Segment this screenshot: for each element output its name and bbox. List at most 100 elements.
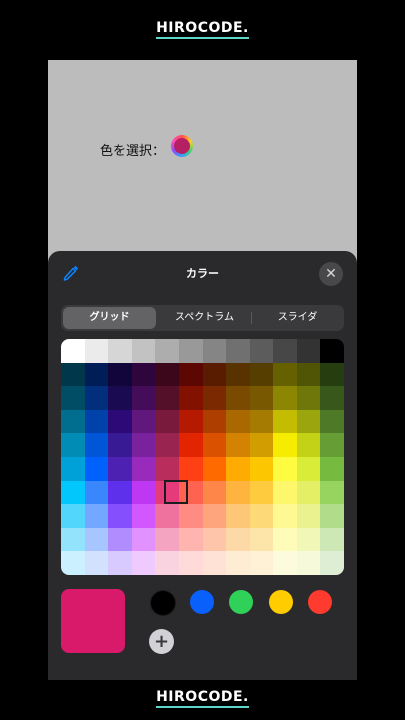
color-grid-cell[interactable]	[84, 457, 109, 481]
color-grid-cell[interactable]	[178, 339, 203, 363]
color-grid-cell[interactable]	[131, 409, 156, 434]
favorite-color-yellow[interactable]	[269, 590, 293, 614]
color-grid-cell[interactable]	[178, 504, 203, 528]
close-button[interactable]: ✕	[319, 262, 343, 286]
color-grid-cell[interactable]	[84, 480, 109, 505]
color-grid-cell[interactable]	[226, 339, 250, 363]
color-grid-cell[interactable]	[273, 433, 297, 457]
color-grid-cell[interactable]	[249, 409, 274, 434]
color-grid-cell[interactable]	[202, 527, 227, 552]
color-grid-cell[interactable]	[273, 551, 297, 575]
tab-grid[interactable]: グリッド	[63, 307, 156, 329]
color-grid-cell[interactable]	[202, 504, 227, 528]
color-grid-cell[interactable]	[202, 480, 227, 505]
color-grid-cell[interactable]	[296, 339, 321, 363]
color-grid-cell[interactable]	[61, 409, 85, 434]
color-grid-cell[interactable]	[296, 433, 321, 457]
color-grid-cell[interactable]	[155, 409, 179, 434]
color-grid-cell[interactable]	[108, 457, 132, 481]
add-favorite-button[interactable]: +	[149, 629, 174, 654]
color-grid-cell[interactable]	[320, 362, 344, 387]
color-grid-cell[interactable]	[178, 457, 203, 481]
color-grid-cell[interactable]	[108, 433, 132, 457]
color-grid-cell[interactable]	[108, 362, 132, 387]
color-grid-cell[interactable]	[320, 409, 344, 434]
color-grid-cell[interactable]	[108, 551, 132, 575]
color-grid-cell[interactable]	[178, 409, 203, 434]
color-grid-cell[interactable]	[202, 386, 227, 410]
color-grid-cell[interactable]	[178, 362, 203, 387]
color-grid-cell[interactable]	[108, 504, 132, 528]
color-grid-cell[interactable]	[155, 339, 179, 363]
color-grid-cell[interactable]	[131, 527, 156, 552]
color-grid-cell[interactable]	[273, 504, 297, 528]
color-grid-cell[interactable]	[108, 527, 132, 552]
color-grid-cell[interactable]	[226, 386, 250, 410]
color-grid-cell[interactable]	[226, 551, 250, 575]
color-grid-cell[interactable]	[61, 362, 85, 387]
color-grid-cell[interactable]	[155, 433, 179, 457]
color-grid-cell[interactable]	[61, 480, 85, 505]
favorite-color-blue[interactable]	[190, 590, 214, 614]
favorite-color-black[interactable]	[150, 590, 176, 616]
color-grid-cell[interactable]	[61, 527, 85, 552]
color-grid-cell[interactable]	[108, 409, 132, 434]
color-grid-cell[interactable]	[61, 386, 85, 410]
color-grid-cell[interactable]	[108, 386, 132, 410]
color-grid-cell[interactable]	[202, 457, 227, 481]
color-grid-cell[interactable]	[131, 386, 156, 410]
color-grid-cell[interactable]	[320, 504, 344, 528]
color-grid-cell[interactable]	[273, 457, 297, 481]
color-grid-cell[interactable]	[131, 480, 156, 505]
color-grid-cell[interactable]	[273, 480, 297, 505]
color-grid-cell[interactable]	[155, 457, 179, 481]
tab-sliders[interactable]: スライダ	[251, 307, 344, 329]
color-grid-cell[interactable]	[84, 362, 109, 387]
color-grid-cell[interactable]	[320, 527, 344, 552]
color-grid-cell[interactable]	[296, 386, 321, 410]
color-grid-cell[interactable]	[273, 362, 297, 387]
color-grid-cell[interactable]	[108, 480, 132, 505]
color-grid-cell[interactable]	[131, 339, 156, 363]
tab-spectrum[interactable]: スペクトラム	[158, 307, 251, 329]
color-grid-cell[interactable]	[320, 457, 344, 481]
color-grid-cell[interactable]	[178, 386, 203, 410]
color-grid-cell[interactable]	[273, 386, 297, 410]
color-grid-cell[interactable]	[226, 457, 250, 481]
color-grid-cell[interactable]	[296, 551, 321, 575]
color-grid-cell[interactable]	[296, 362, 321, 387]
color-grid-cell[interactable]	[131, 457, 156, 481]
color-grid-cell[interactable]	[249, 362, 274, 387]
color-grid-cell[interactable]	[273, 409, 297, 434]
color-grid-cell[interactable]	[178, 551, 203, 575]
color-grid-cell[interactable]	[296, 457, 321, 481]
color-grid-cell[interactable]	[249, 551, 274, 575]
color-grid-cell[interactable]	[320, 480, 344, 505]
color-grid-cell[interactable]	[226, 433, 250, 457]
color-grid-cell[interactable]	[61, 433, 85, 457]
color-grid-cell[interactable]	[178, 433, 203, 457]
color-grid-cell[interactable]	[131, 433, 156, 457]
color-grid-cell[interactable]	[296, 409, 321, 434]
color-grid-cell[interactable]	[320, 551, 344, 575]
color-grid-cell[interactable]	[249, 527, 274, 552]
color-grid-cell[interactable]	[131, 551, 156, 575]
color-grid-cell[interactable]	[61, 551, 85, 575]
color-grid-cell[interactable]	[249, 480, 274, 505]
color-grid-cell[interactable]	[178, 527, 203, 552]
color-grid-cell[interactable]	[155, 504, 179, 528]
color-grid-cell[interactable]	[131, 362, 156, 387]
favorite-color-green[interactable]	[229, 590, 253, 614]
color-grid-cell[interactable]	[155, 527, 179, 552]
color-grid-cell[interactable]	[202, 362, 227, 387]
color-grid-cell[interactable]	[61, 339, 85, 363]
color-grid-cell[interactable]	[61, 457, 85, 481]
color-grid-cell[interactable]	[84, 409, 109, 434]
color-grid-cell[interactable]	[249, 386, 274, 410]
color-grid-cell[interactable]	[249, 433, 274, 457]
color-grid-cell[interactable]	[84, 433, 109, 457]
color-grid-cell[interactable]	[296, 527, 321, 552]
color-grid-cell[interactable]	[296, 480, 321, 505]
color-grid-cell[interactable]	[226, 480, 250, 505]
color-well-button[interactable]	[171, 134, 194, 157]
